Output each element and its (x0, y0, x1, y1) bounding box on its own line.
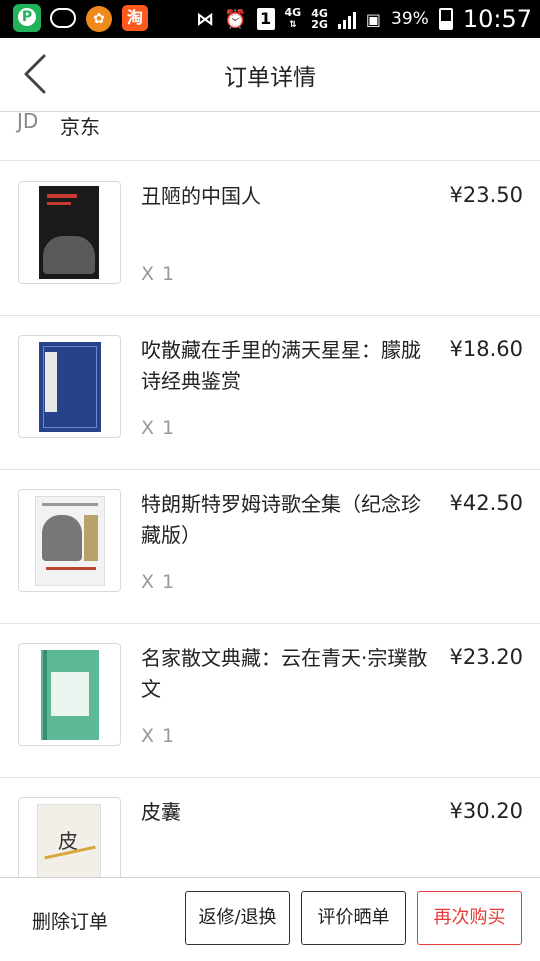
network-indicator-2: 4G 2G (311, 7, 328, 31)
product-price: ¥42.50 (449, 491, 523, 515)
uc-browser-icon: ✿ (86, 6, 112, 32)
product-quantity: X 1 (141, 725, 176, 747)
sim-card-icon: ▣ (365, 9, 382, 29)
sim-slot-indicator: 1 (256, 8, 275, 30)
product-quantity: X 1 (141, 263, 176, 285)
order-item[interactable]: 名家散文典藏：云在青天·宗璞散文 ¥23.20 X 1 (0, 623, 540, 778)
product-name: 名家散文典藏：云在青天·宗璞散文 (141, 646, 428, 701)
product-name: 皮囊 (141, 800, 181, 824)
clock: 10:57 (462, 5, 532, 33)
delete-order-button[interactable]: 删除订单 (32, 907, 108, 934)
product-price: ¥30.20 (449, 799, 523, 823)
product-quantity: X 1 (141, 417, 176, 439)
weather-icon (50, 8, 76, 28)
order-item[interactable]: 吹散藏在手里的满天星星：朦胧诗经典鉴赏 ¥18.60 X 1 (0, 315, 540, 470)
product-price: ¥18.60 (449, 337, 523, 361)
product-name: 丑陋的中国人 (141, 184, 261, 208)
product-name: 吹散藏在手里的满天星星：朦胧诗经典鉴赏 (141, 338, 421, 393)
product-thumbnail (18, 643, 121, 746)
bottom-action-bar: 删除订单 返修/退换 评价晒单 再次购买 (0, 877, 540, 961)
battery-icon (438, 8, 453, 30)
product-quantity: X 1 (141, 571, 176, 593)
return-exchange-button[interactable]: 返修/退换 (185, 891, 290, 945)
alarm-icon: ⏰ (224, 8, 247, 30)
seller-row: JD 京东 (0, 111, 540, 161)
seller-name: 京东 (60, 115, 100, 139)
order-item[interactable]: 特朗斯特罗姆诗歌全集（纪念珍藏版） ¥42.50 X 1 (0, 469, 540, 624)
product-thumbnail (18, 181, 121, 284)
status-bar: P ✿ 淘 ⋈ ⏰ 1 4G ⇅ 4G 2G ▣ 39% 10:57 (0, 0, 540, 38)
nfc-icon: ⋈ (196, 8, 215, 30)
product-thumbnail (18, 335, 121, 438)
signal-icon (337, 9, 356, 29)
network-indicator-1: 4G ⇅ (284, 6, 302, 30)
review-button[interactable]: 评价晒单 (301, 891, 406, 945)
product-thumbnail (18, 489, 121, 592)
product-price: ¥23.20 (449, 645, 523, 669)
buy-again-button[interactable]: 再次购买 (417, 891, 522, 945)
jd-logo: JD (17, 111, 39, 133)
p-app-icon: P (13, 4, 41, 32)
order-item[interactable]: 皮 皮囊 ¥30.20 X 1 (0, 777, 540, 877)
product-thumbnail: 皮 (18, 797, 121, 877)
app-header: 订单详情 (0, 38, 540, 112)
page-title: 订单详情 (224, 65, 316, 91)
order-content: JD 京东 丑陋的中国人 ¥23.50 X 1 吹散藏在手里的满天星星：朦胧诗经… (0, 111, 540, 877)
taobao-icon: 淘 (122, 5, 148, 31)
product-name: 特朗斯特罗姆诗歌全集（纪念珍藏版） (141, 492, 421, 547)
product-price: ¥23.50 (449, 183, 523, 207)
battery-percent: 39% (391, 9, 429, 29)
order-item[interactable]: 丑陋的中国人 ¥23.50 X 1 (0, 161, 540, 316)
